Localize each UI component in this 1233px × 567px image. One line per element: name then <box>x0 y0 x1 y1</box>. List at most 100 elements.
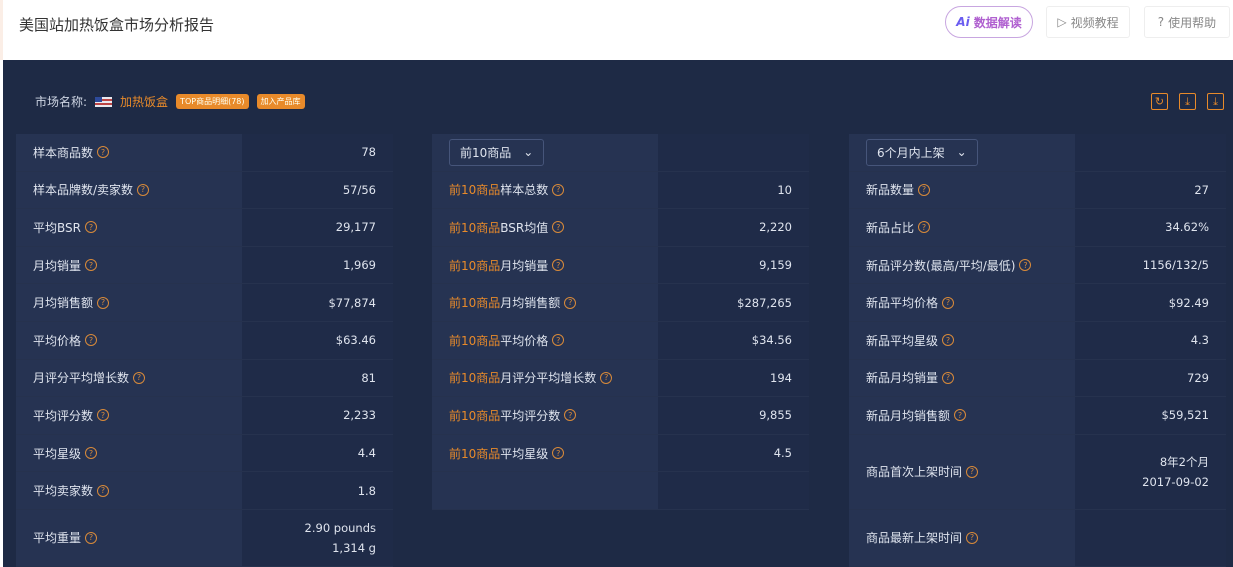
metric-value: 1156/132/5 <box>1075 246 1226 284</box>
metric-value: 9,159 <box>658 246 809 284</box>
top10-stats-column: 前10商品 ⌄ 前10商品 样本总数? 10 前10商品 BSR均值? 2,220 前10商品… <box>432 134 809 510</box>
help-icon[interactable]: ? <box>942 296 955 309</box>
table-row <box>432 472 809 510</box>
table-row: 商品最新上架时间? <box>849 509 1226 567</box>
metric-value: 1.8 <box>242 472 393 509</box>
metric-label: 前10商品 月评分平均增长数? <box>432 359 658 397</box>
help-icon[interactable]: ? <box>966 465 979 478</box>
metric-label: 新品评分数(最高/平均/最低)? <box>849 246 1075 284</box>
metric-value: 2,220 <box>658 209 809 246</box>
table-row: 新品占比? 34.62% <box>849 209 1226 247</box>
market-name: 加热饭盒 <box>120 95 169 109</box>
top-products-button[interactable]: TOP商品明细(78) <box>176 94 249 109</box>
help-icon[interactable]: ? <box>552 259 565 272</box>
table-row: 新品月均销量? 729 <box>849 359 1226 398</box>
metric-value: $287,265 <box>658 284 809 321</box>
help-icon[interactable]: ? <box>918 221 931 234</box>
table-row: 平均重量? 2.90 pounds 1,314 g <box>16 509 393 567</box>
help-icon[interactable]: ? <box>85 447 98 460</box>
help-icon[interactable]: ? <box>1019 259 1032 272</box>
market-label: 市场名称: <box>35 95 88 109</box>
metric-label: 新品占比? <box>849 209 1075 246</box>
metric-label: 样本品牌数/卖家数? <box>16 171 242 209</box>
metric-value: 2,233 <box>242 397 393 434</box>
top10-select[interactable]: 前10商品 ⌄ <box>449 138 545 166</box>
help-icon[interactable]: ? <box>552 334 565 347</box>
metric-value: 8年2个月 2017-09-02 <box>1075 434 1226 509</box>
help-button[interactable]: ? 使用帮助 <box>1144 6 1230 38</box>
table-row: 样本商品数? 78 <box>16 134 393 172</box>
table-row: 平均评分数? 2,233 <box>16 397 393 435</box>
metric-label: 前10商品 平均评分数? <box>432 397 658 434</box>
refresh-icon[interactable]: ↻ <box>1151 93 1168 110</box>
table-row: 月评分平均增长数? 81 <box>16 359 393 398</box>
metric-value <box>658 472 809 509</box>
table-row: 样本品牌数/卖家数? 57/56 <box>16 171 393 210</box>
help-icon[interactable]: ? <box>564 409 577 422</box>
help-icon[interactable]: ? <box>552 447 565 460</box>
add-to-library-button[interactable]: 加入产品库 <box>256 94 305 109</box>
help-icon[interactable]: ? <box>133 371 146 384</box>
ai-icon: Ai <box>956 15 970 29</box>
metric-label: 前10商品 平均价格? <box>432 321 658 359</box>
metric-label: 平均评分数? <box>16 397 242 434</box>
help-icon[interactable]: ? <box>552 221 565 234</box>
metric-value <box>1075 509 1226 566</box>
metric-label: 商品首次上架时间? <box>849 434 1075 509</box>
table-row: 前10商品 月均销售额? $287,265 <box>432 284 809 322</box>
metric-label: 样本商品数? <box>16 134 242 171</box>
overall-stats-column: 样本商品数? 78 样本品牌数/卖家数? 57/56 平均BSR? 29,177 月均销量?… <box>16 134 393 567</box>
header: 美国站加热饭盒市场分析报告 Ai 数据解读 ▷ 视频教程 ? 使用帮助 <box>0 0 1233 60</box>
question-icon: ? <box>1157 15 1165 29</box>
metric-value: $77,874 <box>242 284 393 321</box>
metric-value: $92.49 <box>1075 284 1226 321</box>
video-label: 视频教程 <box>1070 15 1119 30</box>
table-row: 新品评分数(最高/平均/最低)? 1156/132/5 <box>849 246 1226 285</box>
table-row: 前10商品 月评分平均增长数? 194 <box>432 359 809 398</box>
help-icon[interactable]: ? <box>966 531 979 544</box>
table-row: 前10商品 样本总数? 10 <box>432 171 809 210</box>
table-row: 前10商品 平均评分数? 9,855 <box>432 397 809 435</box>
help-icon[interactable]: ? <box>85 531 98 544</box>
metric-value: 57/56 <box>242 171 393 209</box>
help-icon[interactable]: ? <box>564 296 577 309</box>
help-icon[interactable]: ? <box>942 371 955 384</box>
table-row: 平均价格? $63.46 <box>16 321 393 360</box>
help-icon[interactable]: ? <box>85 259 98 272</box>
help-icon[interactable]: ? <box>918 183 931 196</box>
chevron-down-icon: ⌄ <box>523 145 534 160</box>
metric-label: 前10商品 平均星级? <box>432 434 658 472</box>
help-icon[interactable]: ? <box>85 334 98 347</box>
help-icon[interactable]: ? <box>97 409 110 422</box>
metric-value: 78 <box>242 134 393 171</box>
help-icon[interactable]: ? <box>137 183 150 196</box>
help-icon[interactable]: ? <box>942 334 955 347</box>
download-icon[interactable]: ⤓ <box>1179 93 1196 110</box>
help-icon[interactable]: ? <box>97 484 110 497</box>
help-icon[interactable]: ? <box>97 146 110 159</box>
help-icon[interactable]: ? <box>954 409 967 422</box>
metric-label: 前10商品 月均销量? <box>432 246 658 284</box>
metric-value: $59,521 <box>1075 397 1226 434</box>
metric-label: 月均销售额? <box>16 284 242 321</box>
metric-label: 平均价格? <box>16 321 242 359</box>
metric-value: 34.62% <box>1075 209 1226 246</box>
download-icon[interactable]: ⤓ <box>1207 93 1224 110</box>
help-icon[interactable]: ? <box>97 296 110 309</box>
metric-label: 新品月均销售额? <box>849 397 1075 434</box>
metric-label: 平均重量? <box>16 509 242 566</box>
help-icon[interactable]: ? <box>552 183 565 196</box>
period-select[interactable]: 6个月内上架 ⌄ <box>866 138 978 166</box>
ai-interpret-button[interactable]: Ai 数据解读 <box>945 6 1033 38</box>
help-icon[interactable]: ? <box>600 371 613 384</box>
metric-value: 27 <box>1075 171 1226 209</box>
metric-label: 新品月均销量? <box>849 359 1075 397</box>
metric-value: 2.90 pounds 1,314 g <box>242 509 393 566</box>
table-row: 新品平均星级? 4.3 <box>849 321 1226 360</box>
new-products-column: 6个月内上架 ⌄ 新品数量? 27 新品占比? 34.62% 新品评分数(最高/平均/最低… <box>849 134 1226 567</box>
play-icon: ▷ <box>1057 15 1067 29</box>
help-icon[interactable]: ? <box>84 221 97 234</box>
table-row: 新品数量? 27 <box>849 171 1226 210</box>
video-tutorial-button[interactable]: ▷ 视频教程 <box>1046 6 1130 38</box>
table-row: 前10商品 平均星级? 4.5 <box>432 434 809 473</box>
